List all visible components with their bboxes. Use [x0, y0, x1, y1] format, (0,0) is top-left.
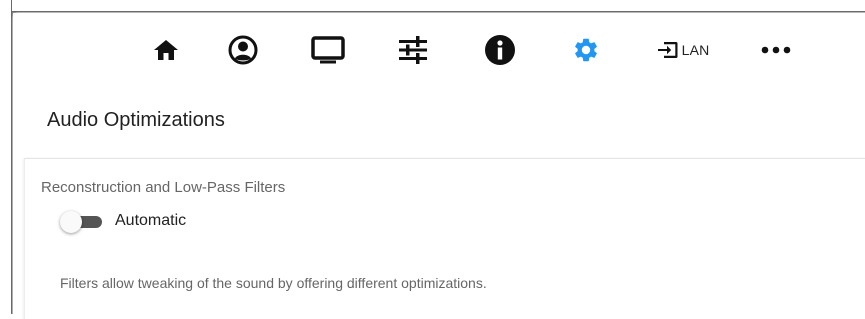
- gear-icon: [575, 38, 597, 62]
- card-title: Reconstruction and Low-Pass Filters: [41, 179, 286, 196]
- account-button[interactable]: [220, 27, 266, 73]
- window-frame-left: [0, 0, 18, 314]
- account-circle-icon: [228, 35, 258, 65]
- window-frame-top: [12, 0, 865, 18]
- more-horiz-icon: [761, 46, 791, 54]
- toggle-thumb: [60, 211, 82, 233]
- monitor-icon: [311, 36, 345, 64]
- automatic-toggle[interactable]: [60, 211, 104, 233]
- home-button[interactable]: [143, 27, 189, 73]
- settings-button[interactable]: [563, 27, 609, 73]
- input-lan-button[interactable]: LAN: [647, 27, 719, 73]
- top-toolbar: LAN: [13, 13, 865, 87]
- toggle-label: Automatic: [115, 212, 187, 229]
- info-button[interactable]: [477, 27, 523, 73]
- more-button[interactable]: [753, 27, 799, 73]
- card-description: Filters allow tweaking of the sound by o…: [60, 275, 487, 291]
- sliders-icon: [399, 36, 427, 64]
- input-icon: [657, 42, 678, 58]
- info-icon: [485, 35, 515, 65]
- equalizer-button[interactable]: [390, 27, 436, 73]
- app-container: LAN Audio Optimizations Reconstruction a…: [13, 13, 865, 319]
- display-button[interactable]: [305, 27, 351, 73]
- home-icon: [154, 40, 178, 60]
- filters-card: Reconstruction and Low-Pass Filters Auto…: [24, 158, 865, 319]
- lan-label: LAN: [681, 42, 710, 58]
- section-title: Audio Optimizations: [47, 109, 225, 131]
